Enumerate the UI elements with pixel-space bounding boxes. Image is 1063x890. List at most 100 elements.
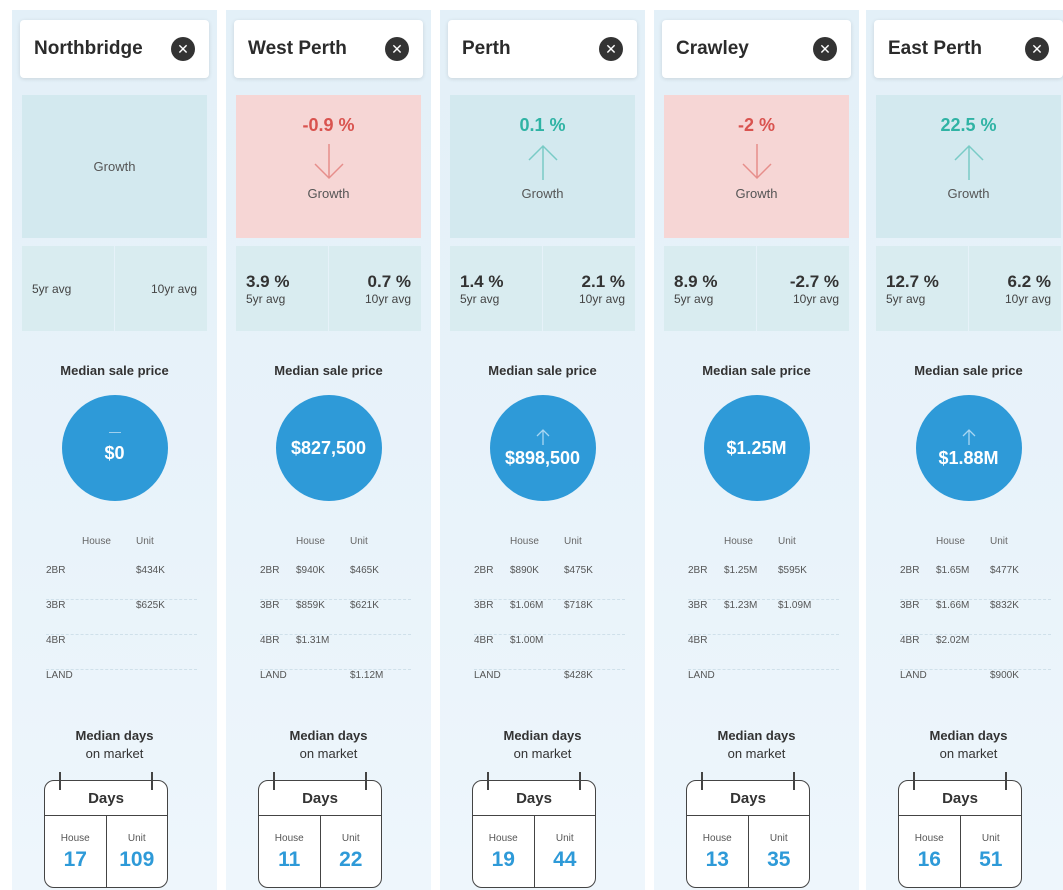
price-table-header: House Unit [900, 536, 1051, 547]
median-price-title: Median sale price [274, 363, 383, 378]
close-icon: ✕ [605, 40, 617, 57]
remove-suburb-button[interactable]: ✕ [385, 37, 409, 61]
price-up-icon [536, 428, 549, 445]
growth-label: Growth [521, 186, 564, 201]
price-dash-icon [108, 432, 121, 433]
price-table-header-blank [900, 536, 936, 547]
house-column-header: House [724, 536, 753, 547]
bedroom-label: 4BR [688, 635, 708, 646]
price-table: House Unit 2BR $434K 3BR $625K 4BR LAND [46, 536, 197, 704]
ten-year-average-label: 10yr avg [364, 291, 411, 306]
calendar-peg [793, 772, 795, 790]
price-table-row: 3BR $859K $621K [260, 600, 411, 635]
unit-days-value: 44 [553, 847, 577, 871]
price-table: House Unit 2BR $890K $475K 3BR $1.06M $7… [474, 536, 625, 704]
house-price: $940K [296, 565, 325, 576]
bedroom-label: 4BR [900, 635, 920, 646]
unit-days-label: Unit [981, 832, 1000, 844]
ten-year-average-value: 2.1 % [581, 271, 625, 291]
median-price-value: $898,500 [504, 447, 581, 468]
unit-price: $477K [990, 565, 1019, 576]
house-price: $2.02M [936, 635, 970, 646]
price-table-header: House Unit [688, 536, 839, 547]
close-icon: ✕ [1031, 40, 1043, 57]
days-calendar: Days House 11 Unit 22 [258, 772, 382, 888]
suburb-column: Northbridge ✕ Growth 5yr avg 10yr avg Me… [12, 10, 217, 890]
growth-value: 0.1 % [519, 115, 566, 135]
median-price-circle: $1.88M [915, 395, 1022, 501]
calendar-body: House 13 Unit 35 [687, 816, 809, 888]
bedroom-label: 3BR [260, 600, 280, 611]
bedroom-label: 3BR [46, 600, 66, 611]
calendar-body: House 16 Unit 51 [899, 816, 1021, 888]
unit-days: Unit 35 [749, 816, 810, 888]
median-price-title: Median sale price [488, 363, 597, 378]
price-table-header-blank [260, 536, 296, 547]
ten-year-average-value: 0.7 % [367, 271, 411, 291]
ten-year-average-label: 10yr avg [578, 291, 625, 306]
unit-column-header: Unit [350, 536, 368, 547]
price-table-row: 4BR [46, 635, 197, 670]
unit-days-label: Unit [127, 832, 146, 844]
suburb-header: Crawley ✕ [662, 20, 851, 78]
house-days-value: 16 [917, 847, 941, 871]
ten-year-average: 2.1 % 10yr avg [543, 246, 635, 331]
median-days-title-line1: Median days [289, 728, 368, 743]
price-table-row: 4BR $2.02M [900, 635, 1051, 670]
house-column-header: House [510, 536, 539, 547]
ten-year-average-value: -2.7 % [789, 271, 839, 291]
five-year-average: 12.7 % 5yr avg [876, 246, 968, 331]
five-year-average-label: 5yr avg [460, 291, 500, 306]
median-days-title: Median days on market [440, 727, 645, 763]
suburb-name: West Perth [248, 38, 347, 59]
bedroom-label: 2BR [260, 565, 280, 576]
price-table-row: LAND [688, 670, 839, 704]
price-table-row: 4BR $1.31M [260, 635, 411, 670]
house-days: House 16 [899, 816, 961, 888]
growth-box: -0.9 % Growth [236, 95, 421, 238]
house-price: $1.25M [724, 565, 758, 576]
average-growth-row: 8.9 % 5yr avg -2.7 % 10yr avg [664, 246, 849, 331]
remove-suburb-button[interactable]: ✕ [813, 37, 837, 61]
bedroom-label: 3BR [900, 600, 920, 611]
bedroom-label: 4BR [260, 635, 280, 646]
growth-value: 22.5 % [940, 115, 997, 135]
median-days-title: Median days on market [866, 727, 1063, 763]
calendar-peg [913, 772, 915, 790]
house-days-label: House [702, 832, 732, 844]
remove-suburb-button[interactable]: ✕ [599, 37, 623, 61]
growth-value: -0.9 % [302, 115, 355, 135]
median-days-title-line2: on market [727, 746, 786, 761]
calendar-body: House 11 Unit 22 [259, 816, 381, 888]
unit-price: $595K [778, 565, 807, 576]
median-price-value: $1.88M [938, 447, 999, 468]
days-calendar: Days House 17 Unit 109 [44, 772, 168, 888]
price-table-row: 3BR $625K [46, 600, 197, 635]
close-icon: ✕ [177, 40, 189, 57]
suburb-name: East Perth [888, 38, 982, 59]
price-table-row: 4BR $1.00M [474, 635, 625, 670]
ten-year-average-label: 10yr avg [792, 291, 839, 306]
remove-suburb-button[interactable]: ✕ [171, 37, 195, 61]
suburb-header: East Perth ✕ [874, 20, 1063, 78]
arrow-down-icon [313, 144, 344, 180]
calendar-peg [1005, 772, 1007, 790]
bedroom-label: 3BR [688, 600, 708, 611]
price-table-row: 2BR $890K $475K [474, 565, 625, 600]
calendar-heading: Days [473, 781, 595, 816]
price-table-row: 2BR $1.65M $477K [900, 565, 1051, 600]
price-up-icon [962, 428, 975, 445]
house-price: $1.31M [296, 635, 330, 646]
median-price-value: $1.25M [726, 437, 787, 458]
unit-column-header: Unit [990, 536, 1008, 547]
remove-suburb-button[interactable]: ✕ [1025, 37, 1049, 61]
price-table-row: 4BR [688, 635, 839, 670]
suburb-header: Northbridge ✕ [20, 20, 209, 78]
unit-price: $475K [564, 565, 593, 576]
median-days-title-line2: on market [299, 746, 358, 761]
ten-year-average: 6.2 % 10yr avg [969, 246, 1061, 331]
close-icon: ✕ [391, 40, 403, 57]
bedroom-label: LAND [46, 670, 73, 681]
house-days-value: 11 [278, 847, 301, 871]
calendar-heading: Days [259, 781, 381, 816]
